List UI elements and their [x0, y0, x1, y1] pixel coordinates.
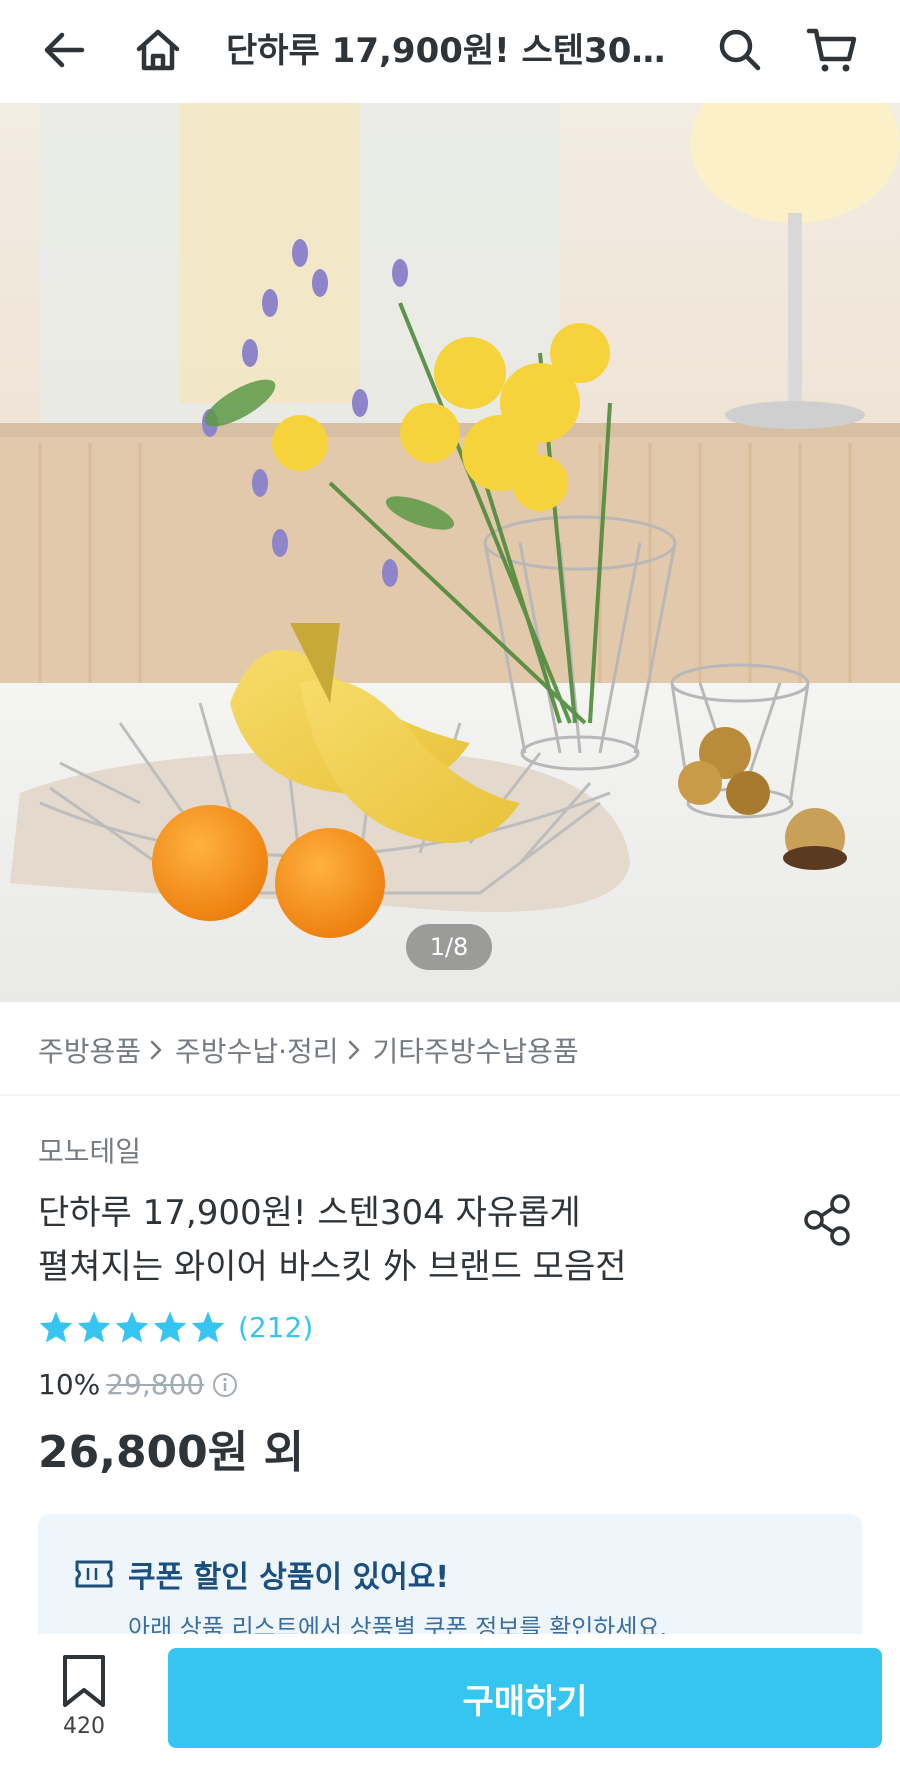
bookmark-button[interactable]: 420 [50, 1654, 118, 1754]
bottom-action-bar: 420 구매하기 [0, 1634, 900, 1766]
chevron-right-icon [149, 1039, 167, 1061]
page-title: 단하루 17,900원! 스텐30… [226, 31, 666, 71]
original-price: 29,800 [106, 1368, 205, 1401]
star-icon [191, 1311, 225, 1343]
star-icon [153, 1311, 187, 1343]
product-title-line-2: 펼쳐지는 와이어 바스킷 外 브랜드 모음전 [38, 1247, 627, 1287]
star-icon [77, 1311, 111, 1343]
buy-button[interactable]: 구매하기 [168, 1648, 882, 1748]
home-button[interactable] [126, 18, 190, 82]
discount-percent: 10% [38, 1368, 101, 1401]
arrow-left-icon [44, 32, 85, 68]
bookmark-icon [63, 1655, 105, 1707]
breadcrumb-item-other-storage[interactable]: 기타주방수납용품 [373, 1030, 579, 1070]
product-title-line-1: 단하루 17,900원! 스텐304 자유롭게 [38, 1193, 581, 1233]
chevron-right-icon [347, 1039, 365, 1061]
share-button[interactable] [800, 1192, 856, 1248]
breadcrumb: 주방용품 주방수납·정리 기타주방수납용품 [38, 1030, 579, 1070]
sale-price: 26,800원 외 [38, 1427, 305, 1478]
rating[interactable]: (212) [38, 1310, 313, 1344]
breadcrumb-item-kitchen[interactable]: 주방용품 [38, 1030, 141, 1070]
product-image[interactable] [0, 103, 900, 1002]
star-icon [39, 1311, 73, 1343]
rating-stars [38, 1310, 226, 1344]
bookmark-count: 420 [63, 1714, 105, 1739]
cart-icon [806, 28, 857, 72]
back-button[interactable] [32, 18, 96, 82]
search-icon [719, 29, 761, 71]
share-icon [804, 1194, 850, 1246]
product-photo-illustration [0, 103, 900, 1002]
coupon-icon [75, 1560, 113, 1588]
breadcrumb-item-storage[interactable]: 주방수납·정리 [175, 1030, 338, 1070]
info-icon[interactable] [212, 1372, 238, 1398]
home-icon [136, 29, 180, 71]
top-app-bar: 단하루 17,900원! 스텐30… [0, 0, 900, 103]
discount-row: 10% 29,800 [38, 1368, 238, 1401]
star-icon [115, 1311, 149, 1343]
brand-name[interactable]: 모노테일 [38, 1130, 141, 1170]
image-pager: 1/8 [406, 924, 492, 970]
review-count[interactable]: (212) [238, 1311, 313, 1344]
cart-button[interactable] [800, 18, 864, 82]
section-divider [0, 1094, 900, 1096]
product-title: 단하루 17,900원! 스텐304 자유롭게 펼쳐지는 와이어 바스킷 外 브… [38, 1186, 718, 1294]
search-button[interactable] [708, 18, 772, 82]
coupon-title: 쿠폰 할인 상품이 있어요! [128, 1560, 450, 1595]
